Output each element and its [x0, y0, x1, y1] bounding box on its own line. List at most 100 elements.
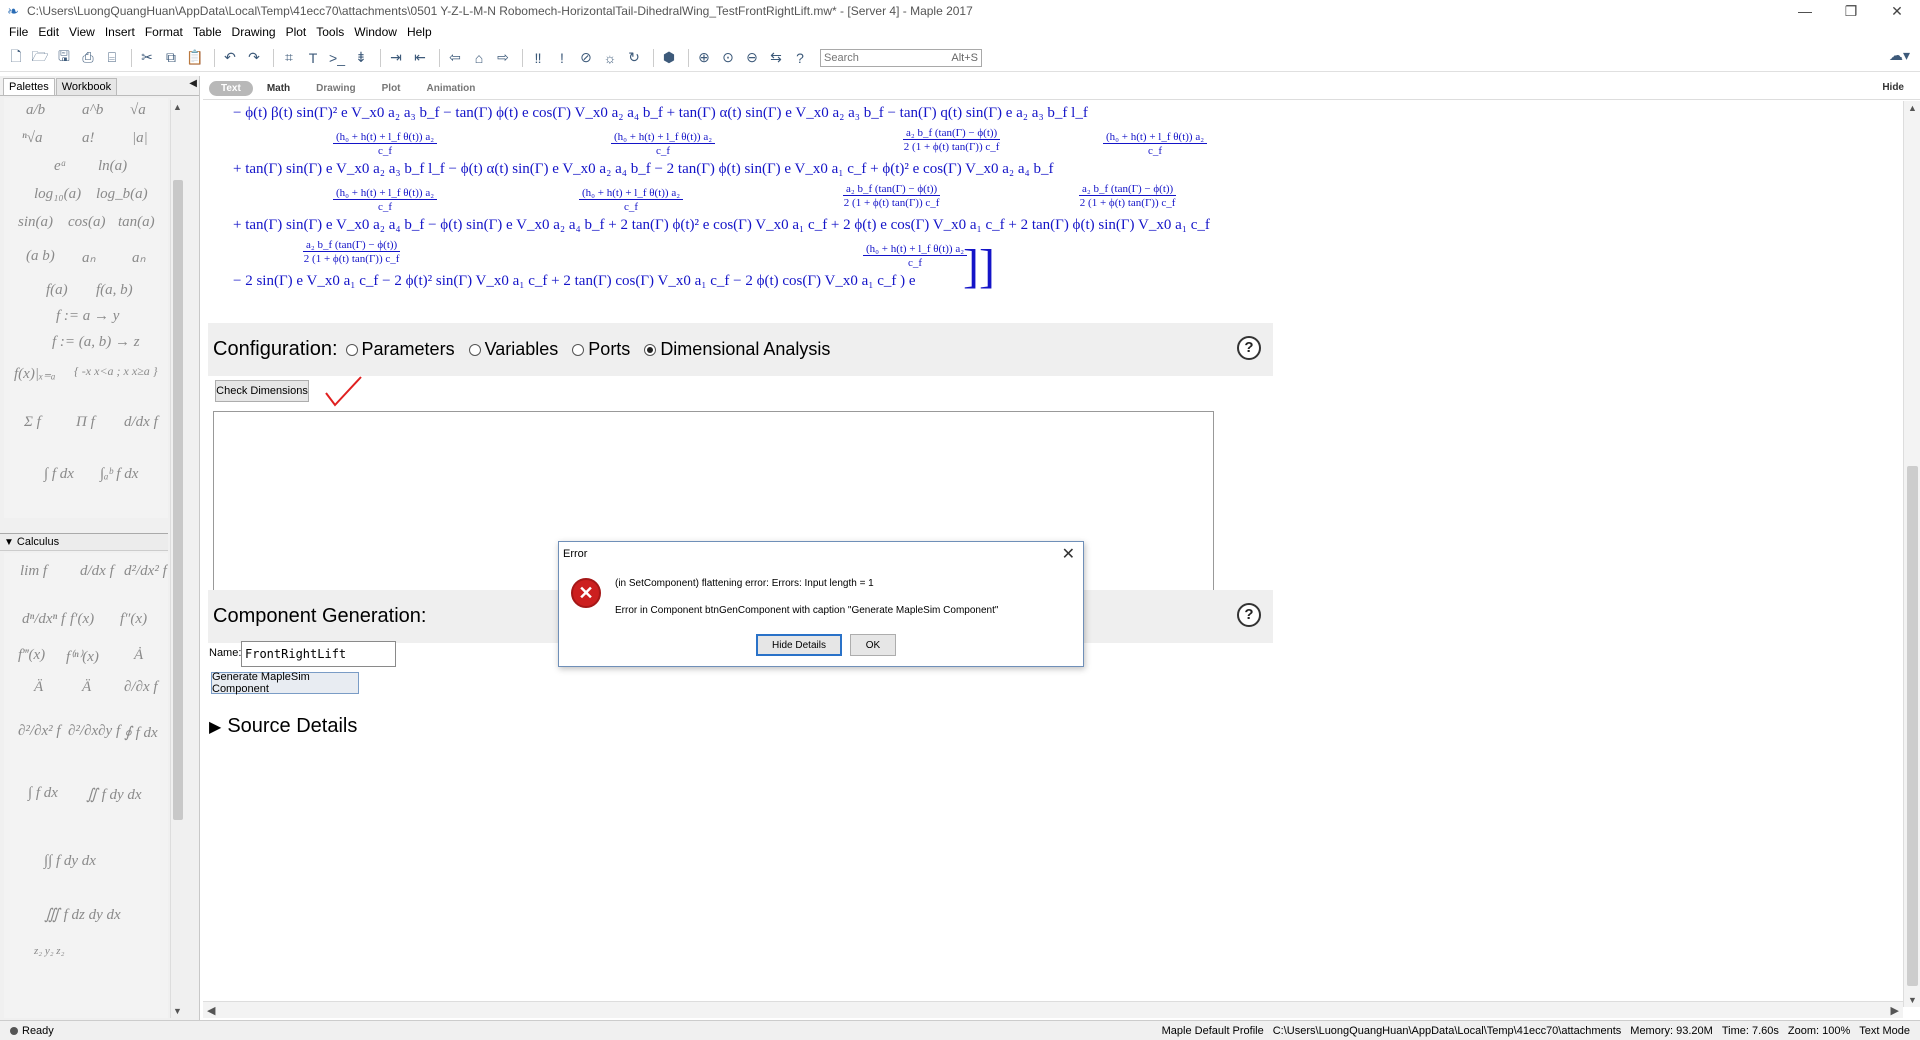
- execution-group-icon[interactable]: >_: [327, 48, 347, 68]
- palette-cell[interactable]: ∫ f dx: [28, 785, 58, 802]
- palette-scrollbar[interactable]: ▲ ▼: [170, 100, 184, 1018]
- palette-cell[interactable]: sin(a): [18, 214, 53, 231]
- save-icon[interactable]: 🖫: [54, 48, 74, 68]
- insert-text-icon[interactable]: T: [303, 48, 323, 68]
- dialog-close-button[interactable]: ✕: [1062, 544, 1075, 564]
- palette-cell[interactable]: ∬ f dy dx: [86, 785, 142, 804]
- search-box[interactable]: Alt+S: [820, 48, 982, 67]
- palette-cell[interactable]: a!: [82, 130, 95, 147]
- collapse-panel-icon[interactable]: ◀: [189, 78, 197, 89]
- tab-palettes[interactable]: Palettes: [3, 78, 55, 95]
- palette-cell[interactable]: a/b: [26, 102, 45, 119]
- search-input[interactable]: [824, 51, 944, 64]
- vertical-scroll-thumb[interactable]: [1907, 466, 1918, 986]
- worksheet-horizontal-scrollbar[interactable]: ◀ ▶: [203, 1001, 1903, 1018]
- execute-worksheet-icon[interactable]: ‼: [528, 48, 548, 68]
- menu-view[interactable]: View: [64, 25, 100, 39]
- restart-icon[interactable]: ↻: [624, 48, 644, 68]
- close-window-button[interactable]: ✕: [1874, 0, 1920, 22]
- palette-cell[interactable]: f(x)|ₓ₌ₐ: [14, 364, 56, 383]
- mode-math-button[interactable]: Math: [255, 81, 302, 96]
- debug-icon[interactable]: ☼: [600, 48, 620, 68]
- menu-drawing[interactable]: Drawing: [227, 25, 281, 39]
- menu-help[interactable]: Help: [402, 25, 437, 39]
- insert-math-icon[interactable]: ⌗: [279, 48, 299, 68]
- execute-selection-icon[interactable]: !: [552, 48, 572, 68]
- zoom-in-icon[interactable]: ⊕: [694, 48, 714, 68]
- indent-icon[interactable]: ⇥: [386, 48, 406, 68]
- palette-cell[interactable]: (a b): [26, 248, 55, 265]
- mode-text-button[interactable]: Text: [209, 81, 253, 96]
- insert-section-icon[interactable]: ⇟: [351, 48, 371, 68]
- tab-workbook[interactable]: Workbook: [55, 78, 118, 95]
- scroll-down-arrow-icon[interactable]: ▼: [1908, 995, 1917, 1005]
- palette-cell[interactable]: ln(a): [98, 158, 127, 175]
- mode-plot-button[interactable]: Plot: [370, 81, 413, 96]
- print-icon[interactable]: ⎙: [78, 48, 98, 68]
- source-details-toggle[interactable]: ▶ Source Details: [209, 715, 357, 738]
- menu-format[interactable]: Format: [140, 25, 188, 39]
- palette-cell[interactable]: aₙ: [132, 248, 145, 267]
- outdent-icon[interactable]: ⇤: [410, 48, 430, 68]
- palette-cell[interactable]: d²/dx² f: [124, 563, 167, 580]
- palette-cell[interactable]: ∫ₐᵇ f dx: [100, 466, 138, 483]
- copy-icon[interactable]: ⧉: [161, 48, 181, 68]
- open-folder-icon[interactable]: 🗁: [30, 48, 50, 68]
- palette-cell[interactable]: eᵃ: [54, 158, 67, 175]
- palette-cell[interactable]: aₙ: [82, 248, 95, 267]
- cloud-icon[interactable]: ☁▾: [1889, 47, 1910, 64]
- palette-cell[interactable]: f″(x): [120, 611, 147, 628]
- palette-cell[interactable]: dⁿ/dxⁿ f: [22, 611, 65, 628]
- home-icon[interactable]: ⌂: [469, 48, 489, 68]
- redo-icon[interactable]: ↷: [244, 48, 264, 68]
- menu-tools[interactable]: Tools: [311, 25, 349, 39]
- worksheet-vertical-scrollbar[interactable]: ▲ ▼: [1903, 101, 1920, 1007]
- radio-dimensional-analysis[interactable]: Dimensional Analysis: [644, 339, 830, 360]
- palette-cell[interactable]: f(a): [46, 282, 68, 299]
- palette-cell[interactable]: f := (a, b) → z: [52, 334, 140, 351]
- palette-cell[interactable]: ∮ f dx: [124, 723, 158, 742]
- menu-insert[interactable]: Insert: [100, 25, 140, 39]
- menu-table[interactable]: Table: [188, 25, 227, 39]
- menu-edit[interactable]: Edit: [33, 25, 64, 39]
- palette-cell[interactable]: |a|: [132, 130, 148, 147]
- maplecloud-share-icon[interactable]: ⬢: [659, 48, 679, 68]
- palette-cell[interactable]: { -x x<a ; x x≥a }: [74, 364, 158, 379]
- palette-cell[interactable]: Ȧ: [134, 647, 143, 664]
- component-generation-help-button[interactable]: ?: [1237, 603, 1261, 627]
- palette-cell[interactable]: ∂/∂x f: [124, 679, 158, 696]
- stop-icon[interactable]: ⊘: [576, 48, 596, 68]
- palette-cell[interactable]: ∫ f dx: [44, 466, 74, 483]
- help-icon[interactable]: ?: [790, 48, 810, 68]
- expand-icon[interactable]: ⇆: [766, 48, 786, 68]
- palette-cell[interactable]: f⁽ⁿ⁾(x): [66, 647, 99, 666]
- check-dimensions-button[interactable]: Check Dimensions: [215, 380, 309, 402]
- hide-context-bar-button[interactable]: Hide: [1882, 82, 1904, 93]
- palette-cell[interactable]: Ä: [34, 679, 43, 696]
- scroll-down-arrow-icon[interactable]: ▼: [173, 1006, 182, 1016]
- cut-icon[interactable]: ✂: [137, 48, 157, 68]
- scroll-up-arrow-icon[interactable]: ▲: [1908, 103, 1917, 113]
- new-document-icon[interactable]: 🗋: [6, 48, 26, 68]
- calculus-palette-header[interactable]: ▼ Calculus: [0, 533, 168, 551]
- palette-cell[interactable]: log_b(a): [96, 186, 148, 203]
- paste-icon[interactable]: 📋: [185, 48, 205, 68]
- zoom-reset-icon[interactable]: ⊙: [718, 48, 738, 68]
- palette-cell[interactable]: log₁₀(a): [34, 186, 81, 203]
- zoom-out-icon[interactable]: ⊖: [742, 48, 762, 68]
- radio-variables[interactable]: Variables: [468, 339, 558, 360]
- scroll-up-arrow-icon[interactable]: ▲: [173, 102, 182, 112]
- generate-maplesim-component-button[interactable]: Generate MapleSim Component: [211, 671, 359, 695]
- configuration-help-button[interactable]: ?: [1237, 336, 1261, 360]
- minimize-button[interactable]: —: [1782, 0, 1828, 22]
- mode-animation-button[interactable]: Animation: [415, 81, 488, 96]
- palette-cell[interactable]: f′(x): [70, 611, 94, 628]
- palette-cell[interactable]: z₂ y₂ z₂: [34, 945, 64, 957]
- palette-cell[interactable]: cos(a): [68, 214, 106, 231]
- back-icon[interactable]: ⇦: [445, 48, 465, 68]
- radio-circle[interactable]: [468, 343, 481, 356]
- palette-cell[interactable]: tan(a): [118, 214, 155, 231]
- scroll-right-arrow-icon[interactable]: ▶: [1891, 1004, 1899, 1017]
- palette-cell[interactable]: Σ f: [24, 414, 41, 431]
- mode-drawing-button[interactable]: Drawing: [304, 81, 367, 96]
